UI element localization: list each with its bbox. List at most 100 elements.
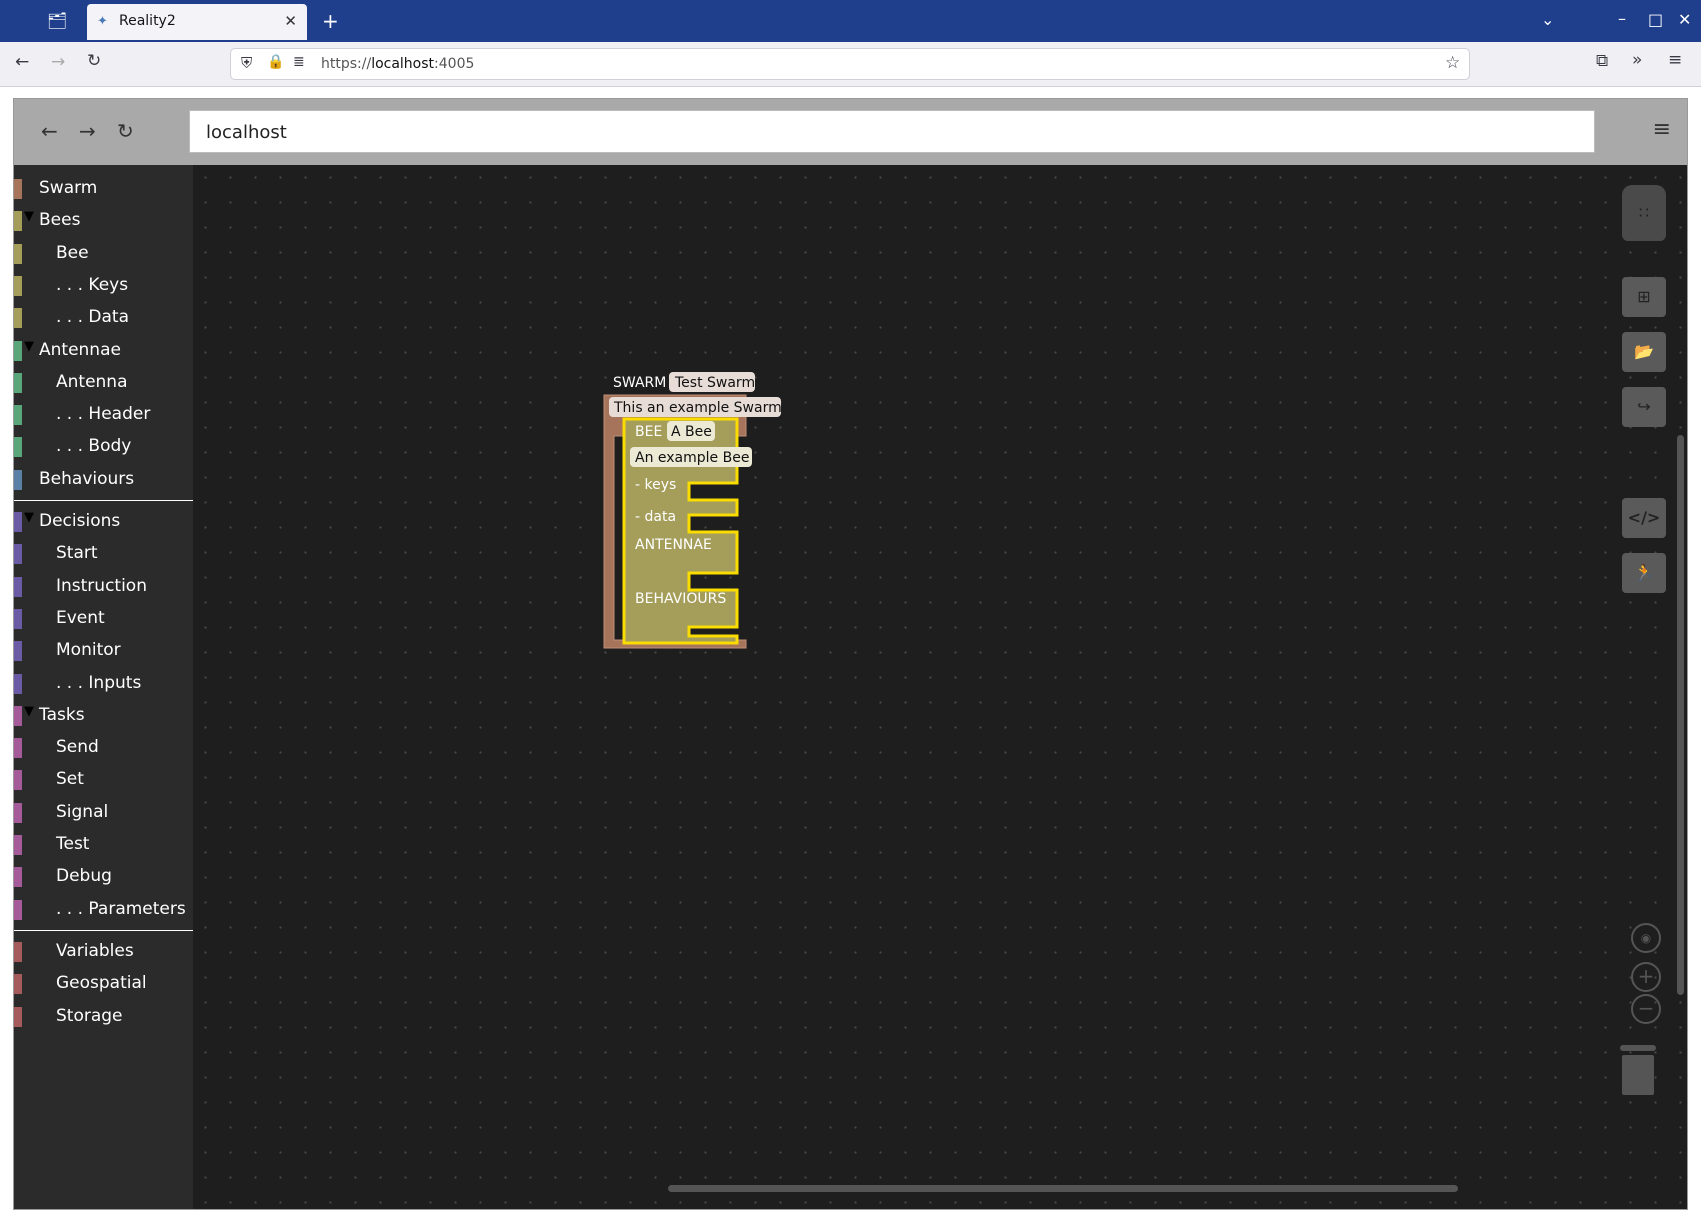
recenter-icon[interactable]: ◉ bbox=[1631, 923, 1661, 953]
trash-icon[interactable] bbox=[1620, 1045, 1656, 1095]
tab-overview-icon[interactable]: 🗂 bbox=[47, 11, 67, 30]
category-color-swatch bbox=[14, 405, 22, 426]
swarm-description-field[interactable]: This an example Swarm bbox=[613, 400, 782, 416]
toolbox-category-label: Bee bbox=[56, 242, 89, 263]
folder-open-icon[interactable]: 📂 bbox=[1622, 332, 1666, 372]
run-icon[interactable]: 🏃 bbox=[1622, 553, 1666, 593]
category-color-swatch bbox=[14, 941, 22, 962]
toolbox-category-antenna[interactable]: Antenna bbox=[14, 367, 193, 397]
toolbox-category-label: Bees bbox=[39, 210, 81, 231]
toolbox-category-antennae[interactable]: ▼ Antennae bbox=[14, 335, 193, 365]
expand-triangle-icon[interactable]: ▼ bbox=[24, 209, 34, 224]
category-color-swatch bbox=[14, 437, 22, 458]
toolbox-category-inputs[interactable]: . . . Inputs bbox=[14, 668, 193, 698]
share-icon[interactable]: ↪ bbox=[1622, 387, 1666, 427]
toolbox-category-debug[interactable]: Debug bbox=[14, 861, 193, 891]
code-icon[interactable]: </> bbox=[1622, 498, 1666, 538]
app-forward-icon[interactable]: → bbox=[79, 119, 96, 143]
category-color-swatch bbox=[14, 835, 22, 855]
category-color-swatch bbox=[14, 899, 22, 920]
toolbox-category-variables[interactable]: Variables bbox=[14, 936, 193, 966]
back-icon[interactable]: ← bbox=[15, 52, 29, 72]
toolbox-category-event[interactable]: Event bbox=[14, 603, 193, 633]
bee-name-field[interactable]: A Bee bbox=[671, 424, 712, 440]
bee-favicon-icon: ✦ bbox=[97, 14, 108, 29]
toolbox-category-signal[interactable]: Signal bbox=[14, 797, 193, 827]
category-color-swatch bbox=[14, 770, 22, 791]
horizontal-scrollbar[interactable] bbox=[668, 1185, 1458, 1192]
bookmark-star-icon[interactable]: ☆ bbox=[1445, 53, 1460, 73]
bee-block[interactable]: BEE A Bee An example Bee - keys - data A… bbox=[622, 417, 752, 645]
toolbox-category-label: Antennae bbox=[39, 339, 121, 360]
category-color-swatch bbox=[14, 802, 22, 823]
browser-tab[interactable]: ✦ Reality2 ✕ bbox=[87, 4, 307, 40]
toolbox-category-decisions[interactable]: ▼ Decisions bbox=[14, 506, 193, 536]
permissions-icon[interactable]: ≣ bbox=[293, 54, 305, 70]
toolbox-category-send[interactable]: Send bbox=[14, 732, 193, 762]
toolbox-category-label: Signal bbox=[56, 801, 109, 822]
backpack-icon[interactable]: ∷ bbox=[1622, 185, 1666, 241]
new-tab-icon[interactable]: + bbox=[322, 9, 339, 33]
app-back-icon[interactable]: ← bbox=[41, 119, 58, 143]
maximize-icon[interactable]: □ bbox=[1648, 10, 1663, 29]
browser-url-bar[interactable]: ⛨ 🔒 ≣ https://localhost:4005 ☆ bbox=[230, 48, 1470, 80]
toolbox-category-tasks[interactable]: ▼ Tasks bbox=[14, 700, 193, 730]
toolbox-category-set[interactable]: Set bbox=[14, 764, 193, 794]
toolbox-category-label: Test bbox=[56, 834, 90, 854]
toolbox-category-label: Instruction bbox=[56, 575, 147, 596]
toolbox-category-geospatial[interactable]: Geospatial bbox=[14, 968, 193, 998]
toolbox-category-behaviours[interactable]: Behaviours bbox=[14, 464, 193, 494]
toolbox-category-label: . . . Keys bbox=[56, 274, 129, 295]
toolbox-category-instruction[interactable]: Instruction bbox=[14, 571, 193, 601]
reload-icon[interactable]: ↻ bbox=[87, 51, 101, 71]
toolbox-category-label: . . . Body bbox=[56, 436, 132, 457]
zoom-in-icon[interactable]: + bbox=[1631, 962, 1661, 992]
toolbox-category-monitor[interactable]: Monitor bbox=[14, 635, 193, 665]
bee-keyword: BEE bbox=[635, 424, 662, 440]
vertical-scrollbar[interactable] bbox=[1677, 435, 1684, 995]
forward-icon[interactable]: → bbox=[51, 52, 65, 72]
toolbox-category-storage[interactable]: Storage bbox=[14, 1001, 193, 1031]
category-color-swatch bbox=[14, 512, 22, 532]
shield-icon[interactable]: ⛨ bbox=[241, 54, 252, 72]
toolbox-category-label: Decisions bbox=[39, 511, 121, 531]
toolbox-category-parameters[interactable]: . . . Parameters bbox=[14, 894, 193, 924]
block-canvas: SWARM Test Swarm This an example Swarm B… bbox=[603, 372, 782, 649]
expand-triangle-icon[interactable]: ▼ bbox=[24, 704, 34, 719]
toolbox-category-start[interactable]: Start bbox=[14, 538, 193, 568]
hamburger-menu-icon[interactable]: ≡ bbox=[1653, 117, 1671, 142]
overflow-icon[interactable]: » bbox=[1632, 50, 1642, 70]
category-color-swatch bbox=[14, 1006, 22, 1027]
toolbox-category-header[interactable]: . . . Header bbox=[14, 399, 193, 429]
toolbox-category-keys[interactable]: . . . Keys bbox=[14, 270, 193, 300]
swarm-keyword: SWARM bbox=[613, 375, 666, 391]
category-color-swatch bbox=[14, 211, 22, 232]
bee-data-label: - data bbox=[635, 509, 676, 525]
lock-icon[interactable]: 🔒 bbox=[267, 54, 284, 70]
app-menu-icon[interactable]: ≡ bbox=[1668, 50, 1682, 70]
app-refresh-icon[interactable]: ↻ bbox=[117, 119, 134, 143]
blockly-workspace[interactable]: SWARM Test Swarm This an example Swarm B… bbox=[193, 165, 1687, 1209]
category-color-swatch bbox=[14, 179, 22, 199]
toolbox-category-bees[interactable]: ▼ Bees bbox=[14, 205, 193, 235]
toolbox-category-data[interactable]: . . . Data bbox=[14, 302, 193, 332]
toolbox-category-test[interactable]: Test bbox=[14, 829, 193, 859]
extensions-icon[interactable]: ⧉ bbox=[1596, 51, 1608, 71]
zoom-out-icon[interactable]: − bbox=[1631, 994, 1661, 1024]
grid-icon[interactable]: ⊞ bbox=[1622, 277, 1666, 317]
toolbox-category-swarm[interactable]: Swarm bbox=[14, 173, 193, 203]
expand-triangle-icon[interactable]: ▼ bbox=[24, 510, 34, 525]
toolbox-category-label: Behaviours bbox=[39, 468, 135, 489]
close-window-icon[interactable]: ✕ bbox=[1678, 10, 1691, 29]
category-color-swatch bbox=[14, 608, 22, 629]
app-address-field[interactable]: localhost bbox=[189, 110, 1595, 153]
swarm-name-field[interactable]: Test Swarm bbox=[674, 375, 755, 391]
tab-close-icon[interactable]: ✕ bbox=[284, 12, 297, 30]
toolbox-category-bee[interactable]: Bee bbox=[14, 238, 193, 268]
bee-description-field[interactable]: An example Bee bbox=[635, 450, 749, 466]
minimize-icon[interactable]: – bbox=[1618, 9, 1626, 28]
toolbox-category-body[interactable]: . . . Body bbox=[14, 431, 193, 461]
blockly-toolbox: Swarm ▼ Bees Bee . . . Keys . . . Data ▼ Antenn… bbox=[14, 165, 193, 1209]
expand-triangle-icon[interactable]: ▼ bbox=[24, 339, 34, 354]
list-tabs-icon[interactable]: ⌄ bbox=[1541, 10, 1554, 29]
